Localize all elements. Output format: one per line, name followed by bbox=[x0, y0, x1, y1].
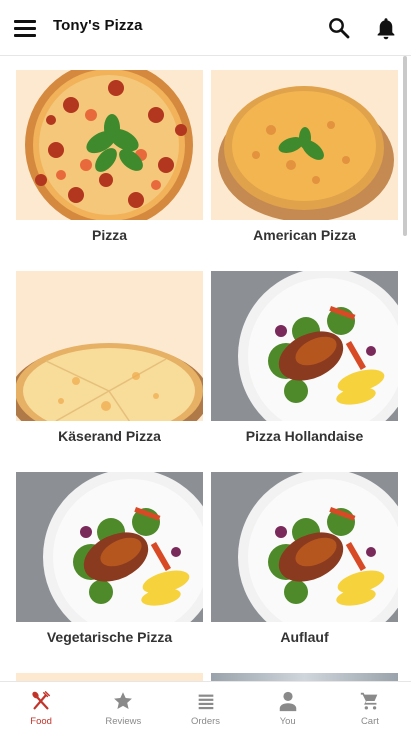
person-icon bbox=[279, 691, 296, 712]
category-grid: Pizza American Pizza Käserand Pizza Pizz… bbox=[0, 56, 403, 681]
category-label: Vegetarische Pizza bbox=[46, 629, 173, 645]
nav-label: Reviews bbox=[105, 716, 142, 727]
nav-label: Cart bbox=[360, 716, 379, 727]
nav-you[interactable]: You bbox=[247, 682, 329, 731]
category-label: Pizza Hollandaise bbox=[245, 428, 364, 444]
category-card-american-pizza[interactable]: American Pizza bbox=[211, 70, 398, 260]
chicken-salad-plate-image bbox=[211, 271, 398, 421]
pepperoni-pizza-image bbox=[16, 70, 203, 220]
nav-food[interactable]: Food bbox=[0, 682, 82, 731]
menu-icon[interactable] bbox=[14, 16, 40, 40]
category-label: Auflauf bbox=[280, 629, 329, 645]
category-card-pizza-hollandaise[interactable]: Pizza Hollandaise bbox=[211, 271, 398, 461]
category-card-partial[interactable] bbox=[211, 673, 398, 681]
category-image-partial bbox=[16, 673, 203, 681]
cheese-pizza-sliced-image bbox=[16, 271, 203, 421]
category-label: Pizza bbox=[91, 227, 127, 243]
category-card-vegetarische-pizza[interactable]: Vegetarische Pizza bbox=[16, 472, 203, 662]
list-icon bbox=[198, 694, 213, 710]
category-image-partial bbox=[211, 673, 398, 681]
chicken-salad-plate-image bbox=[16, 472, 203, 622]
bell-icon[interactable] bbox=[373, 15, 399, 41]
nav-orders[interactable]: Orders bbox=[164, 682, 246, 731]
cart-icon bbox=[360, 692, 378, 710]
app-screen: Tony's Pizza Pizza American Pizza Käsera… bbox=[0, 0, 411, 731]
nav-reviews[interactable]: Reviews bbox=[82, 682, 164, 731]
star-icon bbox=[114, 692, 133, 709]
chicken-salad-plate-image bbox=[211, 472, 398, 622]
cheese-pizza-board-image bbox=[211, 70, 398, 220]
nav-label: You bbox=[279, 716, 296, 727]
nav-cart[interactable]: Cart bbox=[329, 682, 411, 731]
category-label: American Pizza bbox=[253, 227, 356, 243]
category-label: Käserand Pizza bbox=[58, 428, 161, 444]
category-card-auflauf[interactable]: Auflauf bbox=[211, 472, 398, 662]
app-title: Tony's Pizza bbox=[53, 17, 143, 34]
category-card-partial[interactable] bbox=[16, 673, 203, 681]
category-card-kaeserand-pizza[interactable]: Käserand Pizza bbox=[16, 271, 203, 461]
scrollbar[interactable] bbox=[403, 56, 407, 236]
top-app-bar: Tony's Pizza bbox=[0, 0, 411, 56]
nav-label: Food bbox=[30, 716, 52, 727]
bottom-navigation: Food Reviews Orders You Cart bbox=[0, 681, 411, 731]
category-card-pizza[interactable]: Pizza bbox=[16, 70, 203, 260]
fork-spoon-icon bbox=[32, 691, 51, 710]
nav-label: Orders bbox=[190, 716, 221, 727]
search-icon[interactable] bbox=[327, 16, 351, 40]
